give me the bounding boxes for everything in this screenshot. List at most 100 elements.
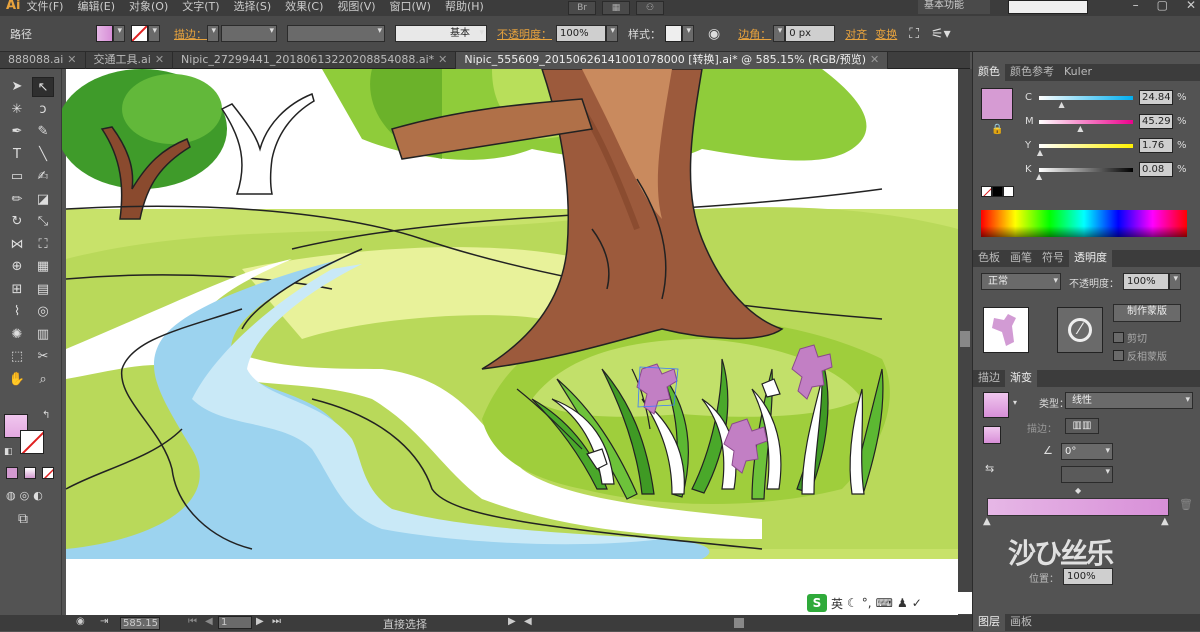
corner-label[interactable]: 边角： bbox=[738, 26, 771, 42]
ime-logo-icon[interactable]: S bbox=[807, 594, 827, 612]
mask-thumbnail[interactable]: ⁄ bbox=[1057, 307, 1103, 353]
angle-dropdown[interactable]: 0° bbox=[1061, 443, 1113, 460]
tab-symbols[interactable]: 符号 bbox=[1037, 250, 1069, 267]
stroke-color-box[interactable] bbox=[20, 430, 44, 454]
recolor-artwork-icon[interactable]: ◉ bbox=[708, 26, 720, 42]
symbol-sprayer-tool[interactable]: ✺ bbox=[6, 325, 28, 345]
menu-edit[interactable]: 编辑(E) bbox=[77, 0, 115, 14]
color-spectrum[interactable] bbox=[981, 210, 1187, 237]
opacity-dropdown[interactable] bbox=[606, 25, 618, 42]
menu-file[interactable]: 文件(F) bbox=[27, 0, 64, 14]
slider-knob-icon[interactable]: ▲ bbox=[1036, 172, 1042, 181]
curvature-tool[interactable]: ✎ bbox=[32, 122, 54, 142]
bridge-button[interactable]: Br bbox=[568, 1, 596, 15]
gradient-mode-icon[interactable] bbox=[24, 467, 36, 479]
rectangle-tool[interactable]: ▭ bbox=[6, 167, 28, 187]
blend-tool[interactable]: ◎ bbox=[32, 302, 54, 322]
perspective-grid-tool[interactable]: ▦ bbox=[32, 257, 54, 277]
selection-tool[interactable]: ➤ bbox=[6, 77, 28, 97]
cmyk-slider[interactable]: ▲ bbox=[1039, 120, 1133, 133]
delete-stop-icon[interactable]: 🗑 bbox=[1179, 498, 1193, 511]
gradient-fill-preview[interactable] bbox=[983, 392, 1009, 418]
stroke-weight-dropdown[interactable] bbox=[221, 25, 277, 42]
zoom-tool[interactable]: ⌕ bbox=[32, 370, 54, 390]
corner-input[interactable]: 0 px bbox=[785, 25, 836, 42]
menu-type[interactable]: 文字(T) bbox=[182, 0, 219, 14]
horizontal-scroll-thumb[interactable] bbox=[734, 618, 744, 628]
zoom-input[interactable]: 585.15 bbox=[120, 616, 160, 630]
corner-stepper[interactable] bbox=[773, 25, 786, 42]
first-page-icon[interactable]: ⏮ bbox=[188, 616, 197, 627]
color-mode-icon[interactable] bbox=[6, 467, 18, 479]
tab-transparency[interactable]: 透明度 bbox=[1069, 250, 1112, 267]
menu-effect[interactable]: 效果(C) bbox=[285, 0, 323, 14]
line-tool[interactable]: ╲ bbox=[32, 145, 54, 165]
artboard-tool[interactable]: ⬚ bbox=[6, 347, 28, 367]
hand-tool[interactable]: ✋ bbox=[6, 370, 28, 390]
column-graph-tool[interactable]: ▥ bbox=[32, 325, 54, 345]
midpoint-marker[interactable]: ◆ bbox=[1075, 486, 1081, 495]
ime-moon-icon[interactable]: ☾ bbox=[847, 596, 858, 610]
tab-swatches[interactable]: 色板 bbox=[973, 250, 1005, 267]
scale-tool[interactable]: ⤡ bbox=[32, 212, 54, 232]
slider-knob-icon[interactable]: ▲ bbox=[1077, 124, 1083, 133]
tab-document-active[interactable]: Nipic_555609_20150626141001078000 [转换].a… bbox=[456, 52, 889, 69]
help-search-input[interactable] bbox=[1008, 0, 1088, 14]
draw-normal-icon[interactable]: ◍ bbox=[6, 489, 16, 502]
cmyk-value-input[interactable]: 0.08 bbox=[1139, 162, 1173, 177]
tab-document-1[interactable]: 888088.ai ✕ bbox=[0, 52, 86, 69]
next-page-icon[interactable]: ▶ bbox=[256, 616, 264, 627]
gradient-tool[interactable]: ▤ bbox=[32, 280, 54, 300]
prev-page-icon[interactable]: ◀ bbox=[205, 616, 213, 627]
magic-wand-tool[interactable]: ✳ bbox=[6, 100, 28, 120]
draw-behind-icon[interactable]: ◎ bbox=[20, 489, 30, 502]
tab-gradient[interactable]: 渐变 bbox=[1005, 370, 1037, 387]
ime-lang-toggle[interactable]: 英 bbox=[831, 595, 843, 612]
ime-user-icon[interactable]: ♟ bbox=[897, 596, 908, 610]
gradient-preset-dropdown-icon[interactable]: ▾ bbox=[1013, 398, 1017, 407]
workspace-switcher[interactable]: 基本功能 bbox=[918, 0, 990, 14]
menu-view[interactable]: 视图(V) bbox=[337, 0, 375, 14]
make-mask-button[interactable]: 制作蒙版 bbox=[1113, 304, 1181, 322]
close-tab-icon[interactable]: ✕ bbox=[155, 53, 164, 66]
reverse-gradient-icon[interactable]: ⇆ bbox=[985, 462, 994, 475]
opacity-input[interactable]: 100% bbox=[556, 25, 606, 42]
arrange-documents-button[interactable]: ▦ bbox=[602, 1, 630, 15]
tab-document-3[interactable]: Nipic_27299441_20180613220208854088.ai* ✕ bbox=[173, 52, 457, 69]
width-tool[interactable]: ⋈ bbox=[6, 235, 28, 255]
style-dropdown[interactable] bbox=[682, 25, 694, 42]
slice-tool[interactable]: ✂ bbox=[32, 347, 54, 367]
gradient-stop-left[interactable]: ▲ bbox=[983, 516, 991, 527]
tab-layers[interactable]: 图层 bbox=[973, 614, 1005, 631]
maximize-icon[interactable]: ▢ bbox=[1157, 0, 1168, 12]
cmyk-value-input[interactable]: 24.84 bbox=[1139, 90, 1173, 105]
gradient-type-dropdown[interactable]: 线性 bbox=[1065, 392, 1193, 409]
tab-kuler[interactable]: Kuler bbox=[1059, 64, 1097, 81]
fill-dropdown[interactable] bbox=[113, 25, 125, 42]
style-swatch[interactable] bbox=[665, 25, 682, 42]
stroke-label[interactable]: 描边： bbox=[174, 26, 207, 42]
panel-menu-icon[interactable]: ⚟▾ bbox=[931, 26, 951, 42]
status-icon-1[interactable]: ◉ bbox=[76, 616, 85, 627]
tab-color[interactable]: 颜色 bbox=[973, 64, 1005, 81]
white-swatch[interactable] bbox=[1003, 186, 1014, 197]
stroke-weight-stepper[interactable] bbox=[207, 25, 219, 42]
mesh-tool[interactable]: ⊞ bbox=[6, 280, 28, 300]
swap-colors-icon[interactable]: ↰ bbox=[42, 410, 50, 421]
last-page-icon[interactable]: ⏭ bbox=[272, 616, 281, 627]
tab-document-2[interactable]: 交通工具.ai ✕ bbox=[86, 52, 174, 69]
menu-window[interactable]: 窗口(W) bbox=[390, 0, 431, 14]
none-swatch[interactable] bbox=[981, 186, 992, 197]
aspect-dropdown[interactable] bbox=[1061, 466, 1113, 483]
cmyk-value-input[interactable]: 45.29 bbox=[1139, 114, 1173, 129]
direct-selection-tool[interactable]: ↖ bbox=[32, 77, 54, 97]
menu-object[interactable]: 对象(O) bbox=[129, 0, 168, 14]
canvas[interactable] bbox=[62, 69, 958, 615]
cmyk-value-input[interactable]: 1.76 bbox=[1139, 138, 1173, 153]
cmyk-slider[interactable]: ▲ bbox=[1036, 168, 1133, 181]
object-thumbnail[interactable] bbox=[983, 307, 1029, 353]
rotate-tool[interactable]: ↻ bbox=[6, 212, 28, 232]
transform-link[interactable]: 变换 bbox=[875, 26, 897, 42]
isolate-icon[interactable]: ⛶ bbox=[909, 26, 919, 42]
stroke-dropdown[interactable] bbox=[148, 25, 160, 42]
